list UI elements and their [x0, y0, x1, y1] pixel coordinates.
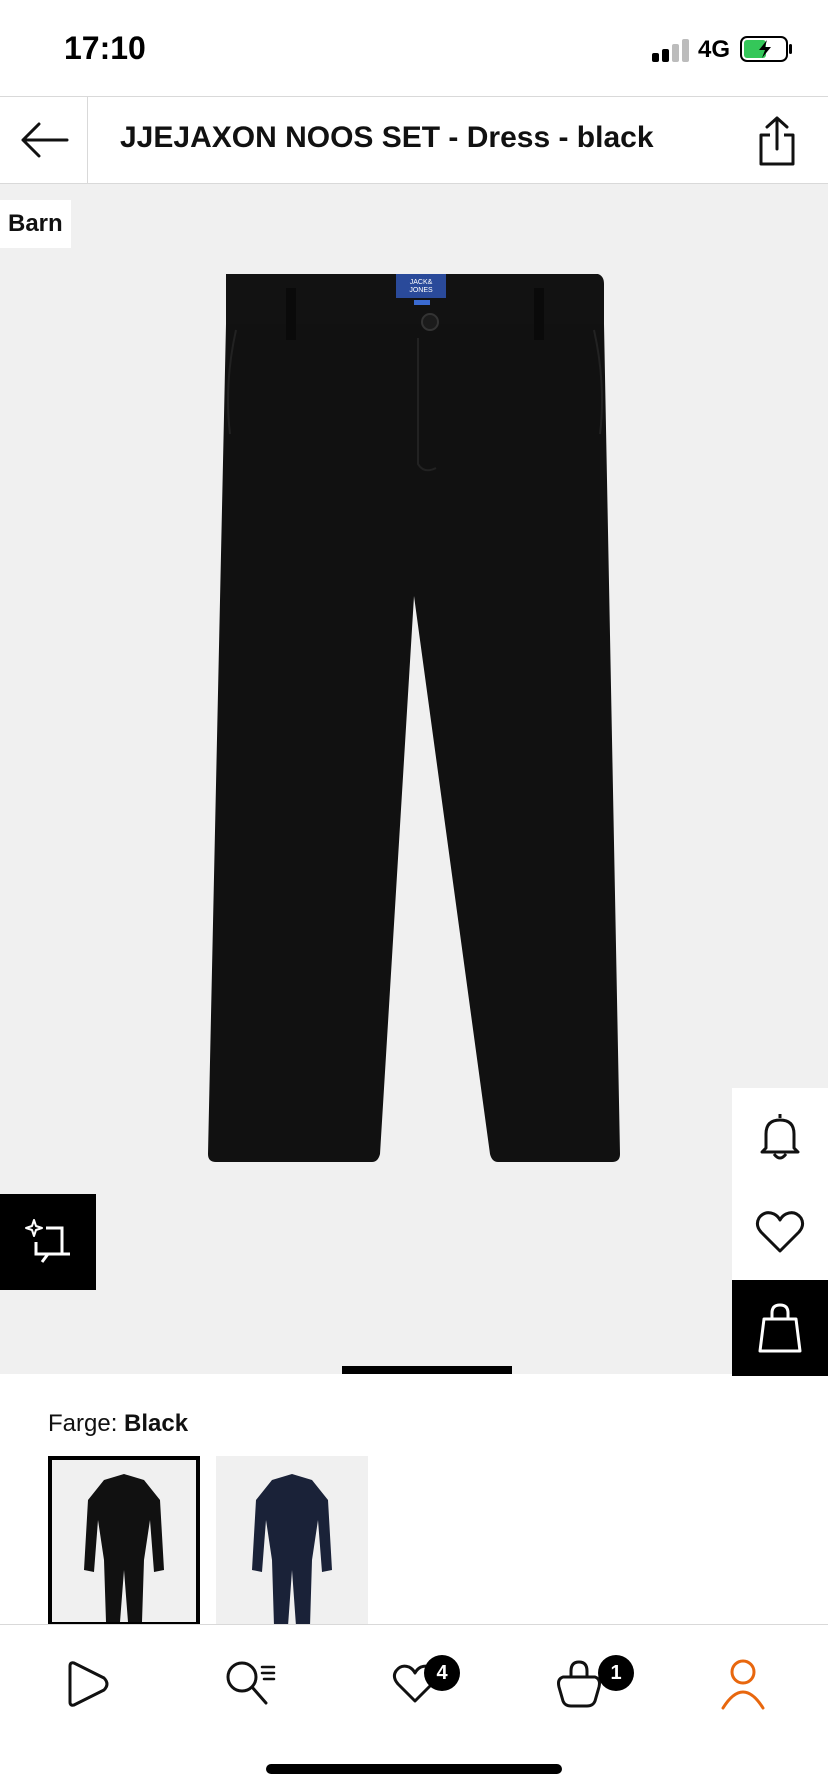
nav-play[interactable] — [52, 1649, 122, 1719]
sparkle-crop-icon — [25, 1219, 70, 1263]
cart-count-badge: 1 — [598, 1655, 634, 1691]
network-label: 4G — [698, 36, 731, 63]
bell-icon — [760, 1114, 800, 1160]
back-button[interactable] — [0, 97, 88, 183]
nav-search[interactable] — [216, 1649, 286, 1719]
search-list-icon — [226, 1661, 276, 1705]
arrow-left-icon — [21, 122, 68, 158]
brand-label: JACK& — [410, 279, 433, 286]
color-swatch-navy[interactable] — [216, 1456, 368, 1626]
wishlist-button[interactable] — [732, 1184, 828, 1280]
share-icon — [759, 116, 795, 166]
side-action-panel — [732, 1088, 828, 1376]
product-image-gallery[interactable]: Barn JACK& JONES — [0, 184, 828, 1374]
suit-thumbnail-black — [84, 1474, 164, 1622]
color-value: Black — [124, 1410, 189, 1437]
bag-icon — [557, 1660, 601, 1708]
page-title: JJEJAXON NOOS SET - Dress - black — [120, 121, 654, 154]
status-bar: 17:10 4G — [0, 0, 828, 96]
nav-profile[interactable] — [708, 1649, 778, 1719]
color-selection-label: Farge: Black — [48, 1410, 188, 1438]
battery-charging-icon — [740, 36, 792, 62]
notify-button[interactable] — [732, 1088, 828, 1184]
add-to-bag-button[interactable] — [732, 1280, 828, 1376]
category-tag: Barn — [0, 200, 71, 248]
status-time: 17:10 — [64, 30, 146, 66]
heart-icon — [755, 1211, 805, 1253]
play-icon — [68, 1661, 109, 1707]
product-image-pants: JACK& JONES — [208, 274, 620, 1162]
signal-icon — [652, 38, 692, 62]
color-swatch-black[interactable] — [48, 1456, 200, 1626]
shopping-bag-icon — [758, 1303, 802, 1353]
gallery-progress-indicator — [342, 1366, 512, 1374]
color-label: Farge: — [48, 1410, 118, 1437]
person-icon — [721, 1659, 765, 1710]
ai-visual-search-button[interactable] — [0, 1194, 96, 1290]
suit-thumbnail-navy — [252, 1474, 332, 1626]
share-button[interactable] — [752, 111, 802, 171]
svg-text:JONES: JONES — [409, 287, 433, 294]
product-header: JJEJAXON NOOS SET - Dress - black — [0, 96, 828, 184]
wishlist-count-badge: 4 — [424, 1655, 460, 1691]
home-indicator — [266, 1764, 562, 1774]
